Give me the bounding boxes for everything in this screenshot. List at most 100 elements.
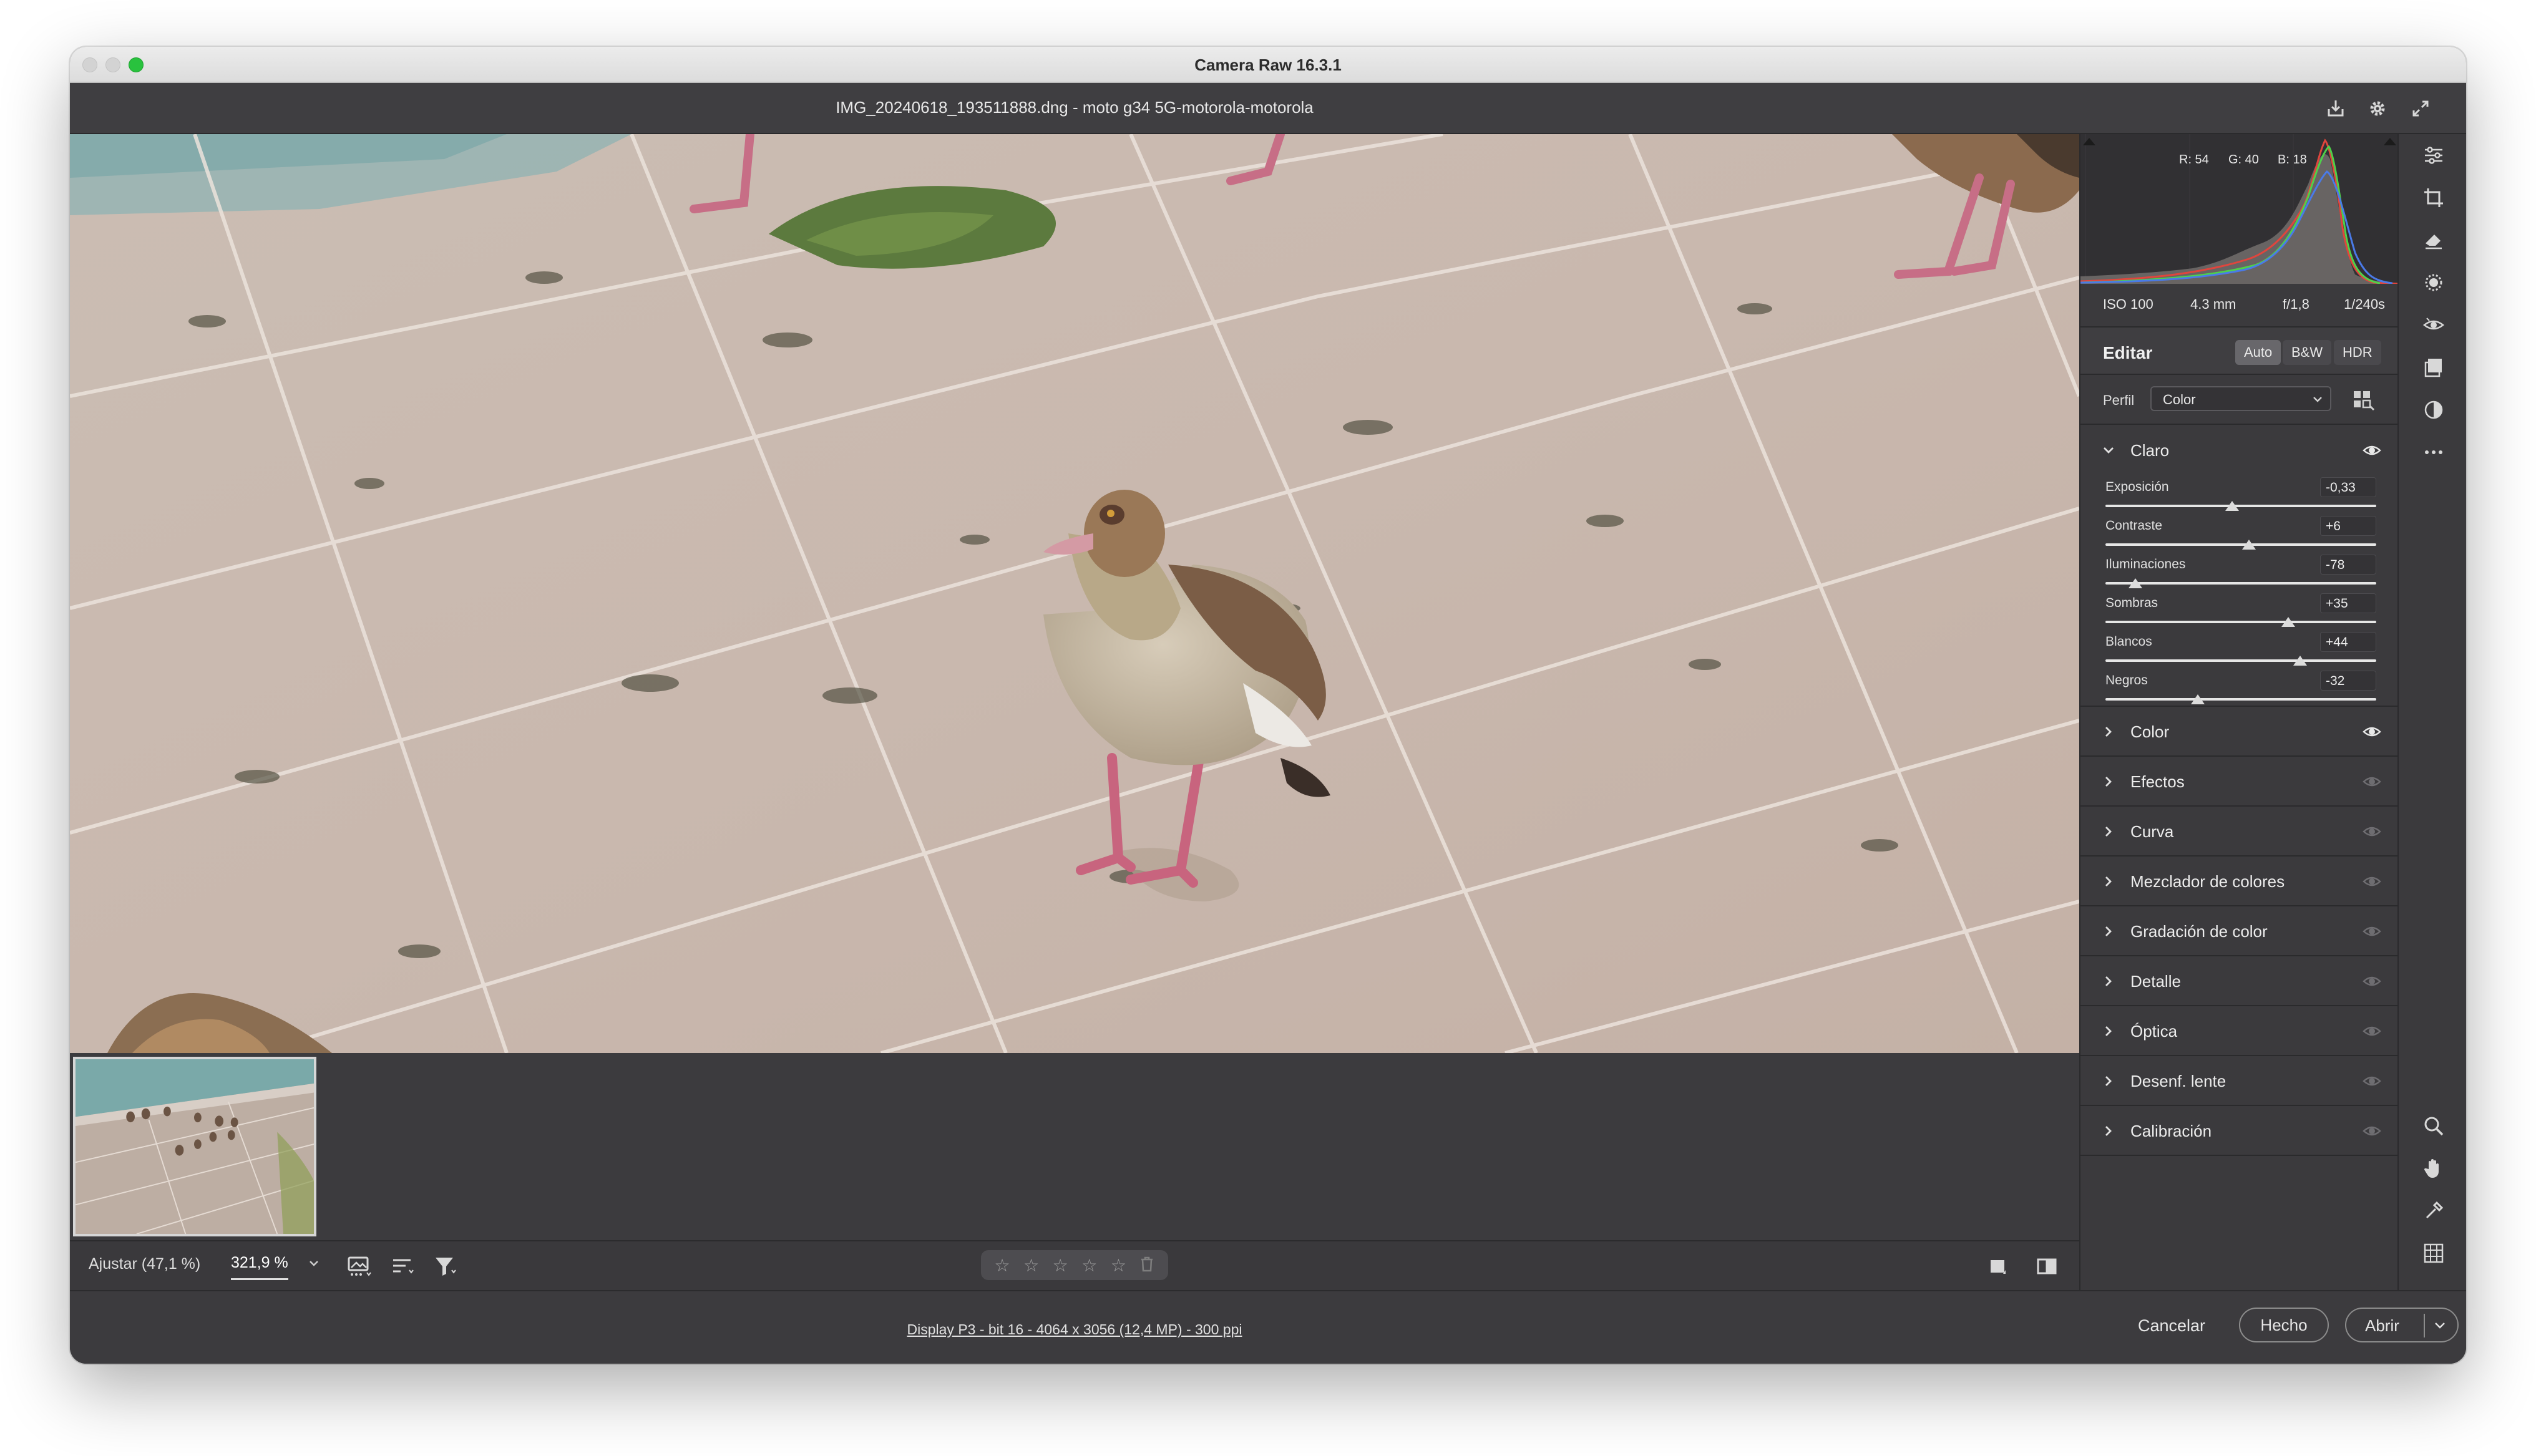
gear-icon[interactable] (2363, 94, 2392, 123)
contrast-value-input[interactable]: +6 (2320, 516, 2376, 536)
chevron-right-icon (2105, 1026, 2112, 1036)
open-button-divider (2424, 1314, 2425, 1337)
blacks-track[interactable] (2105, 698, 2376, 701)
profile-browser-icon[interactable] (2351, 387, 2376, 412)
optics-section[interactable]: Óptica (2080, 1006, 2399, 1056)
zoom-icon[interactable] (2417, 1110, 2450, 1142)
filmstrip-thumbnail[interactable] (73, 1057, 316, 1236)
contrast-label: Contraste (2105, 518, 2163, 533)
document-bar: IMG_20240618_193511888.dng - moto g34 5G… (70, 83, 2466, 134)
profile-label: Perfil (2103, 392, 2135, 408)
curve-section-title: Curva (2130, 822, 2174, 841)
color-section[interactable]: Color (2080, 707, 2399, 757)
grid-icon[interactable] (2417, 1237, 2450, 1269)
eye-icon[interactable] (2363, 822, 2381, 841)
curve-section[interactable]: Curva (2080, 807, 2399, 857)
blacks-value-input[interactable]: -32 (2320, 671, 2376, 691)
eraser-icon[interactable] (2417, 224, 2450, 256)
shadows-slider: Sombras +35 (2080, 593, 2399, 632)
exposure-value-input[interactable]: -0,33 (2320, 477, 2376, 497)
hand-icon[interactable] (2417, 1152, 2450, 1185)
eye-icon[interactable] (2363, 1072, 2381, 1090)
highlights-value-input[interactable]: -78 (2320, 555, 2376, 575)
filmstrip-options-icon[interactable] (344, 1251, 374, 1281)
profile-select[interactable]: Color (2150, 386, 2331, 411)
blacks-label: Negros (2105, 673, 2148, 687)
eye-icon[interactable] (2363, 1022, 2381, 1041)
presets-icon[interactable] (2417, 351, 2450, 384)
contrast-handle[interactable] (2242, 540, 2256, 550)
eye-icon[interactable] (2363, 872, 2381, 891)
photo-preview[interactable] (70, 134, 2079, 1053)
exposure-track[interactable] (2105, 505, 2376, 507)
eye-icon[interactable] (2363, 441, 2381, 460)
eye-icon[interactable] (2363, 722, 2381, 741)
eye-icon[interactable] (2363, 922, 2381, 941)
canvas-area (70, 134, 2079, 1240)
highlights-handle[interactable] (2128, 578, 2142, 588)
eye-icon[interactable] (2363, 772, 2381, 791)
contrast-slider: Contraste +6 (2080, 516, 2399, 555)
light-section-header[interactable]: Claro (2080, 425, 2399, 475)
histogram: R: 54 G: 40 B: 18 (2080, 134, 2399, 284)
masking-icon[interactable] (2417, 266, 2450, 299)
camera-raw-window: Camera Raw 16.3.1 IMG_20240618_193511888… (70, 47, 2466, 1364)
single-view-icon[interactable] (1983, 1251, 2013, 1281)
shadows-value-input[interactable]: +35 (2320, 593, 2376, 613)
highlights-slider: Iluminaciones -78 (2080, 555, 2399, 593)
workflow-options-link[interactable]: Display P3 - bit 16 - 4064 x 3056 (12,4 … (70, 1321, 2079, 1338)
more-icon[interactable] (2417, 436, 2450, 468)
hdr-button[interactable]: HDR (2334, 340, 2381, 365)
rating-star-5[interactable]: ☆ (1111, 1255, 1126, 1276)
zoom-dropdown-icon[interactable] (307, 1256, 321, 1270)
cancel-button[interactable]: Cancelar (2138, 1316, 2205, 1336)
optics-section-title: Óptica (2130, 1022, 2178, 1041)
save-icon[interactable] (2321, 94, 2350, 123)
whites-value-input[interactable]: +44 (2320, 632, 2376, 652)
effects-section[interactable]: Efectos (2080, 757, 2399, 807)
filter-icon[interactable] (431, 1251, 461, 1281)
calibration-section-title: Calibración (2130, 1122, 2212, 1140)
before-after-icon[interactable] (2032, 1251, 2062, 1281)
highlights-track[interactable] (2105, 582, 2376, 585)
effects-section-title: Efectos (2130, 772, 2185, 791)
chevron-down-icon[interactable] (2432, 1318, 2447, 1332)
exif-aperture: f/1,8 (2283, 296, 2309, 312)
calibration-section[interactable]: Calibración (2080, 1106, 2399, 1156)
auto-button[interactable]: Auto (2235, 340, 2281, 365)
fullscreen-icon[interactable] (2406, 94, 2435, 123)
red-eye-icon[interactable] (2417, 309, 2450, 341)
done-button[interactable]: Hecho (2239, 1308, 2329, 1342)
chevron-down-icon (2104, 447, 2114, 454)
crop-icon[interactable] (2417, 182, 2450, 214)
eye-icon[interactable] (2363, 972, 2381, 991)
whites-handle[interactable] (2293, 656, 2308, 666)
rating-star-4[interactable]: ☆ (1081, 1255, 1097, 1276)
exposure-handle[interactable] (2225, 501, 2239, 511)
detail-section[interactable]: Detalle (2080, 956, 2399, 1006)
edit-sliders-icon[interactable] (2417, 139, 2450, 172)
snapshot-icon[interactable] (2417, 394, 2450, 426)
open-button[interactable]: Abrir (2345, 1308, 2459, 1342)
eye-icon[interactable] (2363, 1122, 2381, 1140)
trash-icon[interactable] (1139, 1255, 1154, 1276)
rating-star-3[interactable]: ☆ (1053, 1255, 1068, 1276)
shadows-track[interactable] (2105, 621, 2376, 623)
zoom-percentage[interactable]: 321,9 % (231, 1254, 288, 1280)
shadows-handle[interactable] (2281, 617, 2295, 627)
contrast-track[interactable] (2105, 543, 2376, 546)
color-sampler-icon[interactable] (2417, 1195, 2450, 1227)
color-grading-section[interactable]: Gradación de color (2080, 906, 2399, 956)
color-mixer-section[interactable]: Mezclador de colores (2080, 857, 2399, 906)
fit-zoom-button[interactable]: Ajustar (47,1 %) (89, 1255, 200, 1273)
whites-track[interactable] (2105, 659, 2376, 662)
sort-icon[interactable] (388, 1251, 418, 1281)
rating-star-2[interactable]: ☆ (1023, 1255, 1039, 1276)
edit-panel: R: 54 G: 40 B: 18 ISO 100 4.3 mm f/1,8 1… (2079, 134, 2399, 1290)
filmstrip (70, 1053, 2079, 1240)
blacks-handle[interactable] (2190, 694, 2205, 704)
window-title: Camera Raw 16.3.1 (1194, 56, 1342, 74)
rating-star-1[interactable]: ☆ (994, 1255, 1010, 1276)
lens-blur-section[interactable]: Desenf. lente (2080, 1056, 2399, 1106)
bw-button[interactable]: B&W (2283, 340, 2332, 365)
